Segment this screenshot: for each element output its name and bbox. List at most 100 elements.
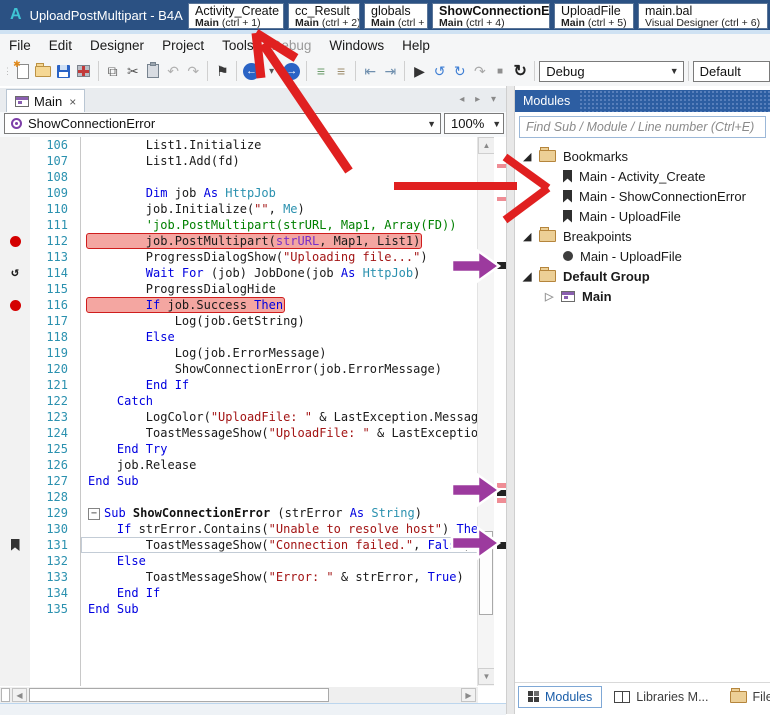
gutter-cell[interactable]	[0, 377, 30, 393]
code-line-114[interactable]: ↺114 Wait For (job) JobDone(job As HttpJ…	[0, 265, 494, 281]
back-caret-icon[interactable]: ▾	[262, 61, 282, 82]
indent-icon[interactable]: ⇥	[380, 61, 400, 82]
code-line-124[interactable]: 124 ToastMessageShow("UploadFile: " & La…	[0, 425, 494, 441]
splitter-grip[interactable]	[1, 688, 10, 702]
code-line-110[interactable]: 110 job.Initialize("", Me)	[0, 201, 494, 217]
stop-icon[interactable]: ■	[490, 61, 510, 82]
paste-icon[interactable]	[143, 61, 163, 82]
gutter-cell[interactable]	[0, 169, 30, 185]
code-line-134[interactable]: 134 End If	[0, 585, 494, 601]
tree-item-default-group[interactable]: ◢Default Group	[515, 266, 770, 286]
expander-closed-icon[interactable]: ▷	[545, 290, 561, 303]
step-out-icon[interactable]: ↷	[470, 61, 490, 82]
modules-panel-header[interactable]: Modules	[515, 90, 770, 112]
redo-icon[interactable]: ↷	[183, 61, 203, 82]
hscrollbar-thumb[interactable]	[29, 688, 329, 702]
undo-icon[interactable]: ↶	[163, 61, 183, 82]
copy-icon[interactable]: ⧉	[103, 61, 123, 82]
build-config-dropdown[interactable]: Default	[693, 61, 770, 82]
code-line-123[interactable]: 123 LogColor("UploadFile: " & LastExcept…	[0, 409, 494, 425]
outdent-icon[interactable]: ⇤	[360, 61, 380, 82]
uncomment-icon[interactable]: ≡	[331, 61, 351, 82]
menu-edit[interactable]: Edit	[40, 36, 81, 55]
restart-icon[interactable]: ↻	[510, 61, 530, 82]
quick-tab-uploadfile[interactable]: UploadFileMain (ctrl + 5)	[554, 3, 634, 29]
gutter-cell[interactable]	[0, 601, 30, 617]
code-line-131[interactable]: 131 ToastMessageShow("Connection failed.…	[0, 537, 494, 553]
gutter-cell[interactable]	[0, 585, 30, 601]
new-file-icon[interactable]	[13, 61, 33, 82]
menu-debug[interactable]: Debug	[263, 36, 321, 55]
gutter-cell[interactable]	[0, 425, 30, 441]
code-line-115[interactable]: 115 ProgressDialogHide	[0, 281, 494, 297]
scroll-left-button[interactable]: ◀	[12, 688, 27, 702]
code-line-132[interactable]: 132 Else	[0, 553, 494, 569]
navigate-back-icon[interactable]: ←	[241, 61, 261, 82]
scroll-right-button[interactable]: ▶	[461, 688, 476, 702]
code-line-121[interactable]: 121 End If	[0, 377, 494, 393]
code-line-117[interactable]: 117 Log(job.GetString)	[0, 313, 494, 329]
menu-help[interactable]: Help	[393, 36, 439, 55]
gutter-cell[interactable]: ↺	[0, 265, 30, 281]
bookmark-icon[interactable]: ⚑	[212, 61, 232, 82]
code-line-106[interactable]: 106 List1.Initialize	[0, 137, 494, 153]
code-line-109[interactable]: 109 Dim job As HttpJob	[0, 185, 494, 201]
export-package-icon[interactable]	[73, 61, 93, 82]
gutter-cell[interactable]	[0, 537, 30, 553]
code-line-107[interactable]: 107 List1.Add(fd)	[0, 153, 494, 169]
vertical-scrollbar[interactable]: ▲ ▼	[477, 137, 494, 686]
menu-designer[interactable]: Designer	[81, 36, 153, 55]
gutter-cell[interactable]	[0, 489, 30, 505]
gutter-cell[interactable]	[0, 153, 30, 169]
tree-item-breakpoints[interactable]: ◢Breakpoints	[515, 226, 770, 246]
close-tab-icon[interactable]: ×	[69, 95, 76, 109]
cut-icon[interactable]: ✂	[123, 61, 143, 82]
debug-mode-dropdown[interactable]: Debug▼	[539, 61, 683, 82]
gutter-cell[interactable]	[0, 441, 30, 457]
panel-tab-modules[interactable]: Modules	[518, 686, 602, 708]
gutter-cell[interactable]	[0, 409, 30, 425]
tree-item-main-uploadfile[interactable]: Main - UploadFile	[515, 206, 770, 226]
scroll-up-button[interactable]: ▲	[478, 137, 495, 154]
panel-tab-files-man[interactable]: Files Man	[721, 687, 770, 707]
code-line-125[interactable]: 125 End Try	[0, 441, 494, 457]
gutter-cell[interactable]	[0, 217, 30, 233]
current-sub-dropdown[interactable]: ShowConnectionError ▼	[4, 113, 441, 134]
breakpoint-icon[interactable]	[10, 236, 21, 247]
quick-tab-main.bal[interactable]: main.balVisual Designer (ctrl + 6)	[638, 3, 768, 29]
find-sub-input[interactable]	[520, 120, 765, 134]
scroll-down-button[interactable]: ▼	[478, 668, 495, 685]
breakpoint-icon[interactable]	[10, 300, 21, 311]
scrollbar-thumb[interactable]	[479, 531, 493, 615]
tree-item-main-showconnectionerror[interactable]: Main - ShowConnectionError	[515, 186, 770, 206]
panel-splitter[interactable]	[506, 86, 515, 714]
gutter-cell[interactable]	[0, 329, 30, 345]
gutter-cell[interactable]	[0, 281, 30, 297]
comment-icon[interactable]: ≡	[311, 61, 331, 82]
code-line-126[interactable]: 126 job.Release	[0, 457, 494, 473]
gutter-cell[interactable]	[0, 185, 30, 201]
gutter-cell[interactable]	[0, 361, 30, 377]
doc-tab-main[interactable]: Main ×	[6, 89, 85, 113]
gutter-cell[interactable]	[0, 457, 30, 473]
code-line-112[interactable]: 112 job.PostMultipart(strURL, Map1, List…	[0, 233, 494, 249]
expander-open-icon[interactable]: ◢	[523, 270, 539, 283]
save-icon[interactable]	[53, 61, 73, 82]
open-project-icon[interactable]	[33, 61, 53, 82]
code-line-119[interactable]: 119 Log(job.ErrorMessage)	[0, 345, 494, 361]
gutter-cell[interactable]	[0, 233, 30, 249]
gutter-cell[interactable]	[0, 249, 30, 265]
code-line-111[interactable]: 111 'job.PostMultipart(strURL, Map1, Arr…	[0, 217, 494, 233]
quick-tab-cc_result[interactable]: cc_ResultMain (ctrl + 2)	[288, 3, 360, 29]
navigate-forward-icon[interactable]: →	[282, 61, 302, 82]
code-line-113[interactable]: 113 ProgressDialogShow("Uploading file..…	[0, 249, 494, 265]
find-sub-box[interactable]	[519, 116, 766, 138]
step-over-icon[interactable]: ↻	[450, 61, 470, 82]
code-line-120[interactable]: 120 ShowConnectionError(job.ErrorMessage…	[0, 361, 494, 377]
code-line-122[interactable]: 122 Catch	[0, 393, 494, 409]
code-line-127[interactable]: 127End Sub	[0, 473, 494, 489]
gutter-cell[interactable]	[0, 473, 30, 489]
quick-tab-globals[interactable]: globalsMain (ctrl + 3)	[364, 3, 428, 29]
gutter-cell[interactable]	[0, 505, 30, 521]
code-line-135[interactable]: 135End Sub	[0, 601, 494, 617]
